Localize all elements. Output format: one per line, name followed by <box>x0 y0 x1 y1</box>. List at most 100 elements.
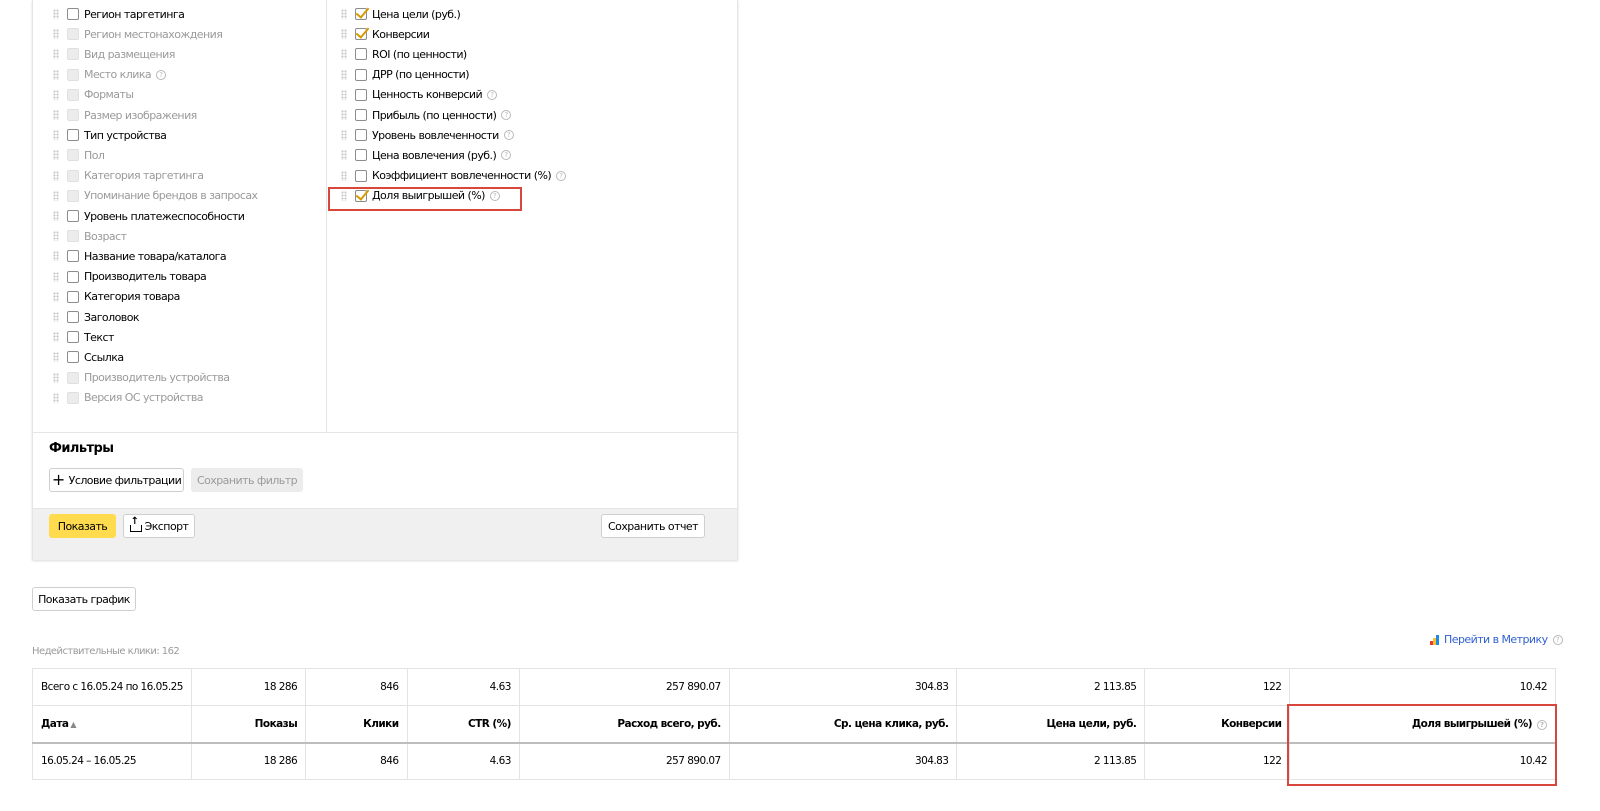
help-icon[interactable]: ? <box>156 69 167 80</box>
export-button[interactable]: Экспорт <box>123 514 195 538</box>
grouping-option[interactable]: Ссылка <box>53 348 124 366</box>
drag-handle-icon[interactable] <box>53 211 59 221</box>
grouping-option[interactable]: Производитель товара <box>53 268 207 286</box>
help-icon[interactable]: ? <box>487 89 498 100</box>
table-cell[interactable]: Дата ▲ <box>32 705 192 744</box>
help-icon[interactable]: ? <box>556 170 567 181</box>
metric-option[interactable]: Цена вовлечения (руб.)? <box>341 146 512 164</box>
metric-option[interactable]: Цена цели (руб.) <box>341 5 461 23</box>
save-report-button[interactable]: Сохранить отчет <box>601 514 705 538</box>
drag-handle-icon[interactable] <box>341 170 347 181</box>
checkbox[interactable] <box>67 250 79 263</box>
drag-handle-icon[interactable] <box>53 392 59 403</box>
add-filter-condition-button[interactable]: + Условие фильтрации <box>49 468 184 492</box>
drag-handle-icon[interactable] <box>53 231 59 242</box>
table-cell[interactable]: Цена цели, руб. <box>956 705 1146 744</box>
checkbox <box>67 149 79 162</box>
checkbox[interactable] <box>355 88 367 101</box>
help-icon[interactable]: ? <box>501 150 512 161</box>
metric-option[interactable]: Прибыль (по ценности)? <box>341 106 512 124</box>
drag-handle-icon[interactable] <box>341 150 347 161</box>
checkbox[interactable] <box>67 351 79 364</box>
drag-handle-icon[interactable] <box>53 251 59 262</box>
metric-option[interactable]: Уровень вовлеченности? <box>341 126 514 144</box>
drag-handle-icon[interactable] <box>53 150 59 161</box>
table-cell: 18 286 <box>190 742 307 780</box>
checkbox[interactable] <box>355 169 367 182</box>
drag-handle-icon[interactable] <box>53 9 59 19</box>
grouping-option[interactable]: Текст <box>53 328 114 346</box>
grouping-option: Регион местонахождения <box>53 25 223 43</box>
drag-handle-icon[interactable] <box>341 110 347 120</box>
drag-handle-icon[interactable] <box>53 271 59 282</box>
checkbox[interactable] <box>355 28 367 41</box>
drag-handle-icon[interactable] <box>341 29 347 40</box>
checkbox[interactable] <box>355 129 367 142</box>
checkbox[interactable] <box>67 210 79 222</box>
metric-option[interactable]: Ценность конверсий? <box>341 86 498 104</box>
drag-handle-icon[interactable] <box>53 110 59 120</box>
metric-option[interactable]: Конверсии <box>341 25 430 43</box>
checkbox[interactable] <box>67 311 79 323</box>
grouping-option[interactable]: Категория товара <box>53 288 180 306</box>
grouping-option[interactable]: Название товара/каталога <box>53 247 227 265</box>
show-button[interactable]: Показать <box>49 514 116 538</box>
help-icon[interactable]: ? <box>501 110 512 120</box>
metric-option[interactable]: ДРР (по ценности) <box>341 66 470 84</box>
cell-text: 304.83 <box>914 755 949 768</box>
checkbox[interactable] <box>67 270 79 283</box>
drag-handle-icon[interactable] <box>53 372 59 383</box>
grouping-label: Упоминание брендов в запросах <box>84 189 258 203</box>
table-cell: 257 890.07 <box>518 742 730 780</box>
metric-option[interactable]: ROI (по ценности) <box>341 45 467 63</box>
drag-handle-icon[interactable] <box>53 170 59 181</box>
table-cell[interactable]: CTR (%) <box>406 705 520 744</box>
help-icon[interactable]: ? <box>503 130 514 141</box>
help-icon[interactable]: ? <box>1552 634 1563 645</box>
checkbox[interactable] <box>355 149 367 162</box>
drag-handle-icon[interactable] <box>53 89 59 100</box>
grouping-option[interactable]: Регион таргетинга <box>53 5 185 23</box>
table-cell[interactable]: Показы <box>190 705 307 744</box>
grouping-option[interactable]: Тип устройства <box>53 126 167 144</box>
drag-handle-icon[interactable] <box>53 69 59 80</box>
drag-handle-icon[interactable] <box>341 49 347 60</box>
drag-handle-icon[interactable] <box>341 130 347 141</box>
grouping-option[interactable]: Заголовок <box>53 308 140 326</box>
checkbox[interactable] <box>355 48 367 61</box>
drag-handle-icon[interactable] <box>53 332 59 343</box>
table-cell: 2 113.85 <box>956 742 1146 780</box>
drag-handle-icon[interactable] <box>53 190 59 201</box>
table-cell[interactable]: Конверсии <box>1144 705 1291 744</box>
drag-handle-icon[interactable] <box>53 29 59 40</box>
checkbox[interactable] <box>67 129 79 142</box>
save-filter-button[interactable]: Сохранить фильтр <box>191 468 303 492</box>
table-cell[interactable]: Расход всего, руб. <box>518 705 730 744</box>
sort-ascending-icon[interactable]: ▲ <box>70 720 76 729</box>
metric-label: Коэффициент вовлеченности (%) <box>372 169 552 183</box>
drag-handle-icon[interactable] <box>53 130 59 141</box>
metric-option[interactable]: Коэффициент вовлеченности (%)? <box>341 167 567 185</box>
grouping-option[interactable]: Уровень платежеспособности <box>53 207 245 225</box>
grouping-label: Форматы <box>84 88 134 102</box>
checkbox[interactable] <box>355 68 367 81</box>
table-cell: 122 <box>1144 668 1291 706</box>
table-cell[interactable]: Ср. цена клика, руб. <box>728 705 958 744</box>
show-chart-button[interactable]: Показать график <box>32 587 136 611</box>
drag-handle-icon[interactable] <box>53 49 59 60</box>
table-cell[interactable]: Клики <box>305 705 408 744</box>
checkbox[interactable] <box>67 8 79 20</box>
checkbox[interactable] <box>67 331 79 344</box>
drag-handle-icon[interactable] <box>53 352 59 363</box>
checkbox[interactable] <box>355 109 367 121</box>
drag-handle-icon[interactable] <box>53 291 59 302</box>
checkbox[interactable] <box>355 8 367 20</box>
drag-handle-icon[interactable] <box>341 9 347 19</box>
drag-handle-icon[interactable] <box>53 312 59 322</box>
metrika-link[interactable]: Перейти в Метрику ? <box>1430 633 1563 646</box>
metrika-link-label: Перейти в Метрику <box>1444 633 1548 646</box>
checkbox[interactable] <box>67 290 79 303</box>
groupings-column: Регион таргетинга Регион местонахождения В… <box>33 0 327 432</box>
drag-handle-icon[interactable] <box>341 89 347 100</box>
drag-handle-icon[interactable] <box>341 69 347 80</box>
